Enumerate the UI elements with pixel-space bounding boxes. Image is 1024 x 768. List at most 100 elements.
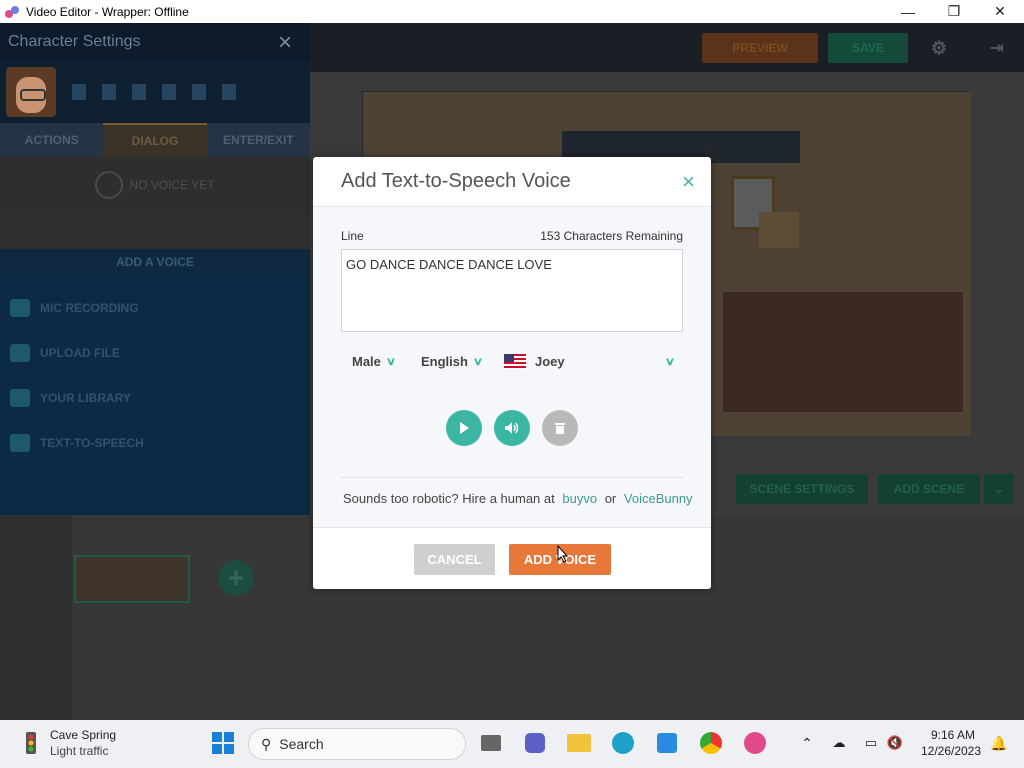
line-label: Line	[341, 229, 364, 243]
dialog-header: Add Text-to-Speech Voice ×	[313, 157, 711, 207]
walk-icon[interactable]	[102, 84, 116, 100]
avatar[interactable]	[6, 67, 56, 117]
file-explorer-icon[interactable]	[564, 728, 594, 758]
volume-muted-icon[interactable]: 🔇	[880, 728, 910, 758]
or-text: or	[604, 491, 617, 506]
search-icon: ⚲	[261, 735, 272, 752]
add-scene-plus-icon[interactable]: +	[218, 560, 254, 596]
window-title: Video Editor - Wrapper: Offline	[26, 4, 189, 19]
close-icon[interactable]: ×	[682, 169, 695, 195]
trash-icon[interactable]	[222, 84, 236, 100]
task-view-icon[interactable]	[476, 728, 506, 758]
no-voice-label: NO VOICE YET	[129, 178, 215, 192]
copy-icon[interactable]	[72, 84, 86, 100]
layer-icon[interactable]	[132, 84, 146, 100]
menu-text-to-speech[interactable]: TEXT-TO-SPEECH	[0, 420, 310, 465]
character-settings-panel: Character Settings × ACTIONS DIALOG ENTE…	[0, 23, 310, 515]
trash-icon	[555, 423, 565, 434]
save-button[interactable]: SAVE	[828, 33, 908, 63]
title-bar: Video Editor - Wrapper: Offline — ❐ ✕	[0, 0, 1024, 23]
menu-upload-file[interactable]: UPLOAD FILE	[0, 330, 310, 375]
dialog-footer: CANCEL ADD VOICE	[313, 527, 711, 589]
windows-start-icon[interactable]	[208, 728, 238, 758]
store-icon[interactable]	[652, 728, 682, 758]
duplicate-icon[interactable]	[162, 84, 176, 100]
chevron-up-icon[interactable]: ⌃	[792, 728, 822, 758]
editor-toolbar: PREVIEW SAVE ⚙ ⇥	[310, 23, 1024, 72]
playback-controls	[446, 410, 578, 446]
minimize-button[interactable]: —	[885, 0, 931, 23]
voice-source-menu: MIC RECORDING UPLOAD FILE YOUR LIBRARY T…	[0, 275, 310, 515]
speaker-icon	[505, 422, 519, 434]
timeline-track-icons	[0, 515, 72, 720]
search-label: Search	[279, 736, 324, 752]
line-row: Line 153 Characters Remaining	[341, 207, 683, 249]
buyvo-link[interactable]: buyvo	[562, 491, 597, 506]
app-icon	[5, 5, 19, 18]
weather-subtitle[interactable]: Light traffic	[50, 744, 108, 758]
volume-button[interactable]	[494, 410, 530, 446]
us-flag-icon	[503, 353, 526, 369]
no-voice-placeholder: NO VOICE YET	[0, 157, 310, 213]
language-value: English	[420, 353, 468, 369]
character-tabs: ACTIONS DIALOG ENTER/EXIT	[0, 123, 310, 157]
chrome-icon[interactable]	[696, 728, 726, 758]
maximize-button[interactable]: ❐	[931, 0, 977, 23]
menu-mic-recording[interactable]: MIC RECORDING	[0, 285, 310, 330]
taskbar-search[interactable]: ⚲ Search	[248, 728, 466, 760]
bed	[723, 292, 963, 412]
robot-text: Sounds too robotic? Hire a human at	[343, 491, 555, 506]
play-button[interactable]	[446, 410, 482, 446]
scene-settings-button[interactable]: SCENE SETTINGS	[736, 474, 868, 504]
taskbar: Cave Spring Light traffic ⚲ Search ⌃ ☁ ▭…	[0, 720, 1024, 768]
voice-value: Joey	[534, 353, 565, 369]
weather-title[interactable]: Cave Spring	[50, 728, 116, 742]
wrapper-app-icon[interactable]	[740, 728, 770, 758]
voice-select[interactable]: Joey ∨	[503, 353, 676, 369]
chevron-down-icon: ∨	[385, 355, 397, 368]
hire-human-text: Sounds too robotic? Hire a human at buyv…	[343, 491, 693, 506]
add-tts-voice-dialog: Add Text-to-Speech Voice × Line 153 Char…	[313, 157, 711, 589]
add-a-voice-header: ADD A VOICE	[0, 249, 310, 275]
tab-dialog[interactable]: DIALOG	[103, 123, 207, 157]
notification-bell-icon[interactable]: 🔔	[984, 728, 1014, 758]
exit-icon[interactable]: ⇥	[982, 33, 1012, 63]
cloud-off-icon[interactable]: ☁	[824, 728, 854, 758]
voice-selectors: Male ∨ English ∨ Joey ∨	[341, 352, 683, 370]
meet-icon[interactable]	[520, 728, 550, 758]
tab-actions[interactable]: ACTIONS	[0, 123, 103, 157]
character-toolbar	[0, 61, 310, 123]
gender-value: Male	[352, 353, 381, 369]
delete-button[interactable]	[542, 410, 578, 446]
characters-remaining: 153 Characters Remaining	[540, 229, 683, 243]
gender-select[interactable]: Male ∨	[352, 353, 397, 369]
lamp	[759, 212, 799, 248]
add-scene-button[interactable]: ADD SCENE	[878, 474, 980, 504]
voicebunny-link[interactable]: VoiceBunny	[624, 491, 693, 506]
line-textarea[interactable]: GO DANCE DANCE DANCE LOVE	[341, 249, 683, 332]
paste-icon[interactable]	[192, 84, 206, 100]
add-scene-dropdown-icon[interactable]: ⌄	[984, 474, 1014, 504]
menu-your-library[interactable]: YOUR LIBRARY	[0, 375, 310, 420]
dialog-title: Add Text-to-Speech Voice	[341, 170, 571, 192]
traffic-light-icon[interactable]	[18, 730, 44, 756]
divider	[341, 477, 683, 478]
tab-enter-exit[interactable]: ENTER/EXIT	[207, 123, 310, 157]
scene-thumbnail[interactable]	[74, 555, 190, 603]
clock-time[interactable]: 9:16 AM	[918, 728, 988, 742]
edge-icon[interactable]	[608, 728, 638, 758]
chevron-down-icon: ∨	[472, 355, 484, 368]
clock-date[interactable]: 12/26/2023	[914, 744, 988, 758]
character-settings-title: Character Settings	[0, 23, 310, 61]
preview-button[interactable]: PREVIEW	[702, 33, 818, 63]
gear-icon[interactable]: ⚙	[924, 33, 954, 63]
close-icon[interactable]: ×	[278, 29, 292, 57]
cancel-button[interactable]: CANCEL	[414, 544, 495, 575]
dialog-body: Line 153 Characters Remaining GO DANCE D…	[313, 207, 711, 527]
close-window-button[interactable]: ✕	[977, 0, 1023, 23]
mic-placeholder-icon	[95, 171, 124, 199]
language-select[interactable]: English ∨	[420, 353, 484, 369]
mouse-cursor-icon	[557, 545, 569, 563]
play-icon	[460, 422, 469, 434]
chevron-down-icon: ∨	[664, 355, 676, 368]
